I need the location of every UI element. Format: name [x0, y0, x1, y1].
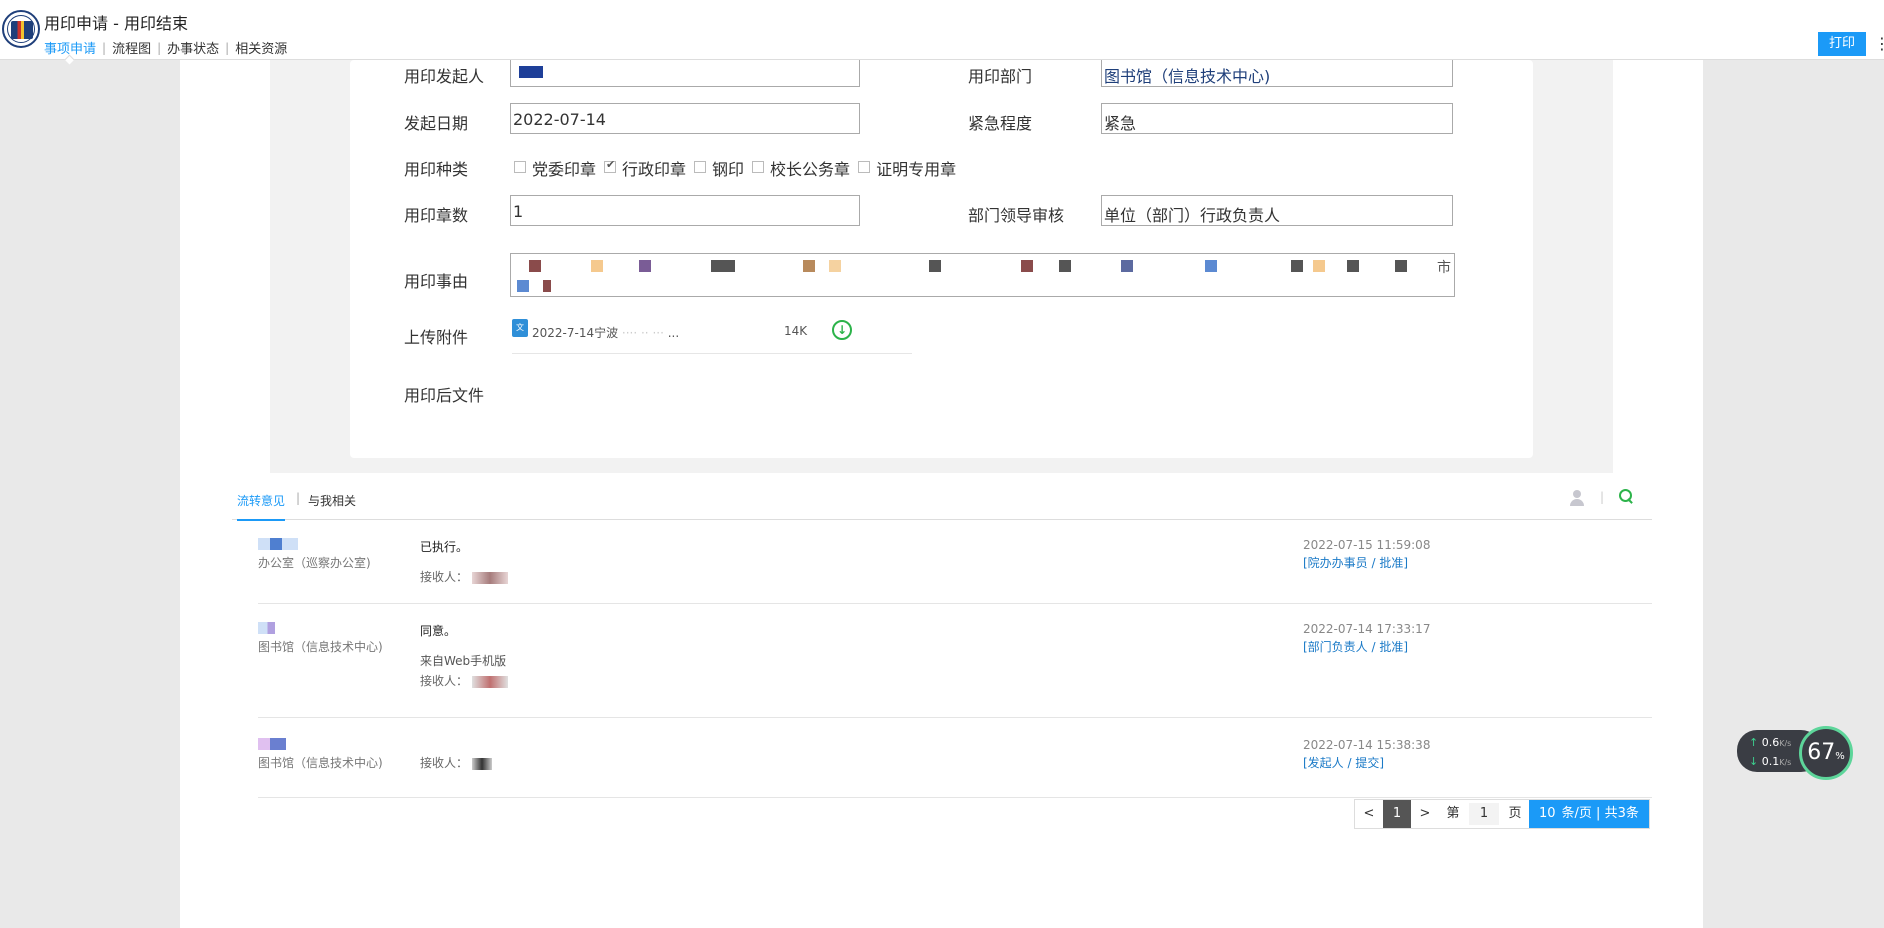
commenter-avatar-redacted — [258, 622, 282, 634]
toolbar-separator: | — [1600, 490, 1605, 504]
comment-time: 2022-07-15 11:59:08 — [1303, 538, 1431, 552]
reason-textarea[interactable]: 市 — [510, 253, 1455, 297]
file-icon: 文 — [512, 319, 528, 337]
comment-source: 来自Web手机版 — [420, 654, 507, 668]
initiator-field[interactable] — [510, 56, 860, 87]
pagination-summary: 条/页 | 共3条 — [1561, 806, 1639, 821]
university-logo-icon — [2, 10, 40, 48]
download-arrow-icon: ↓ — [1749, 755, 1759, 768]
attachment-item: 文 2022-7-14宁波 ···· ·· ··· ... 14K ↓ — [512, 318, 912, 354]
more-menu-icon[interactable]: ⋮ — [1874, 34, 1884, 56]
comment-role[interactable]: [部门负责人 / 批准] — [1303, 638, 1408, 655]
receiver-label: 接收人： — [420, 570, 469, 584]
comment-receiver: 接收人： — [420, 754, 493, 771]
seal-type-option-label: 钢印 — [712, 160, 745, 179]
after-file-label: 用印后文件 — [404, 386, 485, 405]
per-page-selector[interactable]: 10 条/页 | 共3条 — [1529, 800, 1649, 828]
commenter-dept: 图书馆（信息技术中心) — [258, 640, 383, 654]
receiver-redacted — [472, 571, 509, 584]
user-icon[interactable] — [1569, 489, 1585, 507]
nav-item-resources[interactable]: 相关资源 — [229, 38, 293, 57]
upload-speed: ↑ 0.6K/s — [1749, 736, 1792, 749]
print-button[interactable]: 打印 — [1818, 32, 1866, 56]
app-header: 用印申请 - 用印结束 事项申请 | 流程图 | 办事状态 | 相关资源 打印 … — [0, 0, 1884, 60]
pagination: < 1 > 第 1 页 10 条/页 | 共3条 — [1354, 799, 1650, 829]
commenter-dept: 图书馆（信息技术中心) — [258, 756, 383, 770]
per-page-value: 10 — [1539, 806, 1556, 821]
reason-label: 用印事由 — [404, 272, 469, 291]
seal-type-label: 用印种类 — [404, 160, 469, 179]
attach-label: 上传附件 — [404, 328, 469, 347]
receiver-redacted — [472, 675, 509, 688]
top-nav: 事项申请 | 流程图 | 办事状态 | 相关资源 — [44, 38, 293, 58]
comment-role[interactable]: [发起人 / 提交] — [1303, 754, 1384, 771]
date-field[interactable]: 2022-07-14 — [510, 103, 860, 134]
comment-item: 办公室（巡察办公室) 已执行。 接收人： 2022-07-15 11:59:08… — [258, 532, 1652, 604]
comment-time: 2022-07-14 15:38:38 — [1303, 738, 1431, 752]
network-speed-widget[interactable]: ↑ 0.6K/s ↓ 0.1K/s 67% — [1737, 726, 1857, 780]
nav-item-apply[interactable]: 事项申请 — [44, 38, 102, 57]
dept-label: 用印部门 — [968, 67, 1033, 86]
prev-page-button[interactable]: < — [1355, 800, 1383, 828]
seal-type-checkbox-steel[interactable] — [694, 161, 707, 173]
attachment-size: 14K — [784, 324, 808, 338]
seal-type-checkbox-president[interactable] — [752, 161, 765, 173]
page-number-input[interactable]: 1 — [1469, 803, 1499, 825]
comment-receiver: 接收人： — [420, 672, 509, 689]
commenter-avatar-redacted — [258, 738, 298, 750]
next-page-button[interactable]: > — [1411, 800, 1439, 828]
redacted-name-icon — [519, 66, 543, 78]
seal-type-group: 党委印章 行政印章 钢印 校长公务章 证明专用章 — [512, 156, 962, 180]
date-label: 发起日期 — [404, 114, 469, 133]
seal-type-option-label: 校长公务章 — [770, 160, 851, 179]
upload-arrow-icon: ↑ — [1749, 736, 1759, 749]
commenter-dept: 办公室（巡察办公室) — [258, 556, 371, 570]
seal-type-checkbox-party[interactable] — [514, 161, 526, 173]
comment-receiver: 接收人： — [420, 568, 509, 585]
seal-type-option-label: 证明专用章 — [876, 160, 957, 179]
seal-type-option-label: 行政印章 — [622, 160, 687, 179]
reason-text-tail: 市 — [1437, 260, 1451, 276]
receiver-label: 接收人： — [420, 756, 469, 770]
nav-item-status[interactable]: 办事状态 — [161, 38, 225, 57]
comment-item: 图书馆（信息技术中心) 接收人： 2022-07-14 15:38:38 [发起… — [258, 732, 1652, 798]
current-page-button[interactable]: 1 — [1383, 800, 1411, 828]
search-icon[interactable] — [1618, 488, 1634, 504]
leader-field[interactable]: 单位（部门）行政负责人 — [1101, 195, 1453, 226]
tab-flow-opinions[interactable]: 流转意见 — [237, 492, 286, 521]
attachment-link[interactable]: 2022-7-14宁波 ···· ·· ··· ... — [532, 324, 679, 341]
comment-role[interactable]: [院办办事员 / 批准] — [1303, 554, 1408, 571]
receiver-label: 接收人： — [420, 674, 469, 688]
download-speed: ↓ 0.1K/s — [1749, 755, 1792, 768]
commenter-avatar-redacted — [258, 538, 298, 550]
receiver-redacted — [472, 757, 493, 770]
dept-field[interactable]: 图书馆（信息技术中心) — [1101, 56, 1453, 87]
tab-related-to-me[interactable]: 与我相关 — [308, 492, 356, 509]
urgency-field[interactable]: 紧急 — [1101, 103, 1453, 134]
comment-time: 2022-07-14 17:33:17 — [1303, 622, 1431, 636]
page-prefix-label: 第 — [1439, 800, 1467, 828]
comment-item: 图书馆（信息技术中心) 同意。 来自Web手机版 接收人： 2022-07-14… — [258, 616, 1652, 718]
nav-item-flowchart[interactable]: 流程图 — [106, 38, 157, 57]
count-field[interactable]: 1 — [510, 195, 860, 226]
memory-usage-gauge: 67% — [1799, 726, 1853, 780]
urgency-label: 紧急程度 — [968, 114, 1033, 133]
seal-type-option-label: 党委印章 — [532, 160, 597, 179]
leader-label: 部门领导审核 — [968, 206, 1065, 225]
page-title: 用印申请 - 用印结束 — [44, 14, 188, 33]
tab-separator: | — [296, 491, 301, 505]
comment-text: 已执行。 — [420, 540, 469, 554]
comment-tabs: 流转意见 | 与我相关 | — [232, 482, 1652, 521]
seal-type-checkbox-admin[interactable] — [604, 158, 617, 173]
download-icon[interactable]: ↓ — [832, 320, 852, 340]
seal-type-checkbox-certificate[interactable] — [858, 161, 871, 173]
comment-text: 同意。 — [420, 624, 457, 638]
count-label: 用印章数 — [404, 206, 469, 225]
initiator-label: 用印发起人 — [404, 67, 485, 86]
page-suffix-label: 页 — [1501, 800, 1529, 828]
